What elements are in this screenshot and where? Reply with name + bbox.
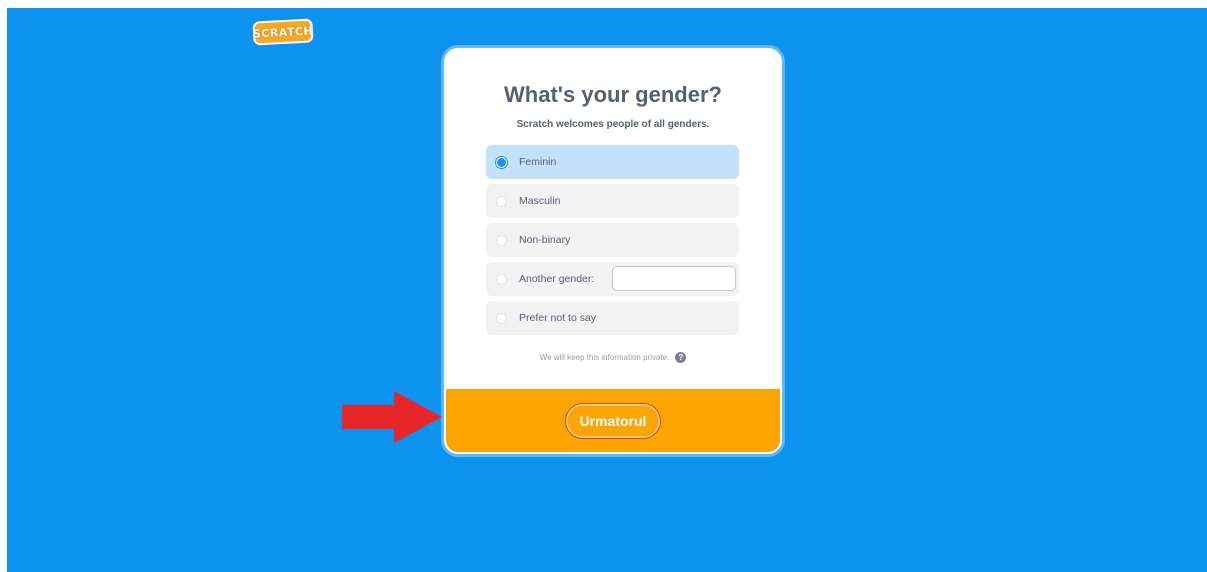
option-non-binary[interactable]: Non-binary	[486, 223, 739, 257]
gender-options: Feminin Masculin Non-binary Another gend…	[486, 145, 739, 340]
privacy-text: We will keep this information private.	[539, 353, 670, 362]
option-feminin[interactable]: Feminin	[486, 145, 739, 179]
radio-button[interactable]	[496, 234, 507, 246]
option-label: Masculin	[519, 195, 561, 207]
page-background: SCRATCH What's your gender? Scratch welc…	[7, 8, 1207, 572]
radio-button[interactable]	[496, 195, 507, 207]
dialog-title: What's your gender?	[504, 82, 722, 107]
next-button[interactable]: Urmatorul	[565, 403, 661, 439]
dialog-subtitle: Scratch welcomes people of all genders.	[516, 119, 710, 130]
privacy-note: We will keep this information private. ?	[446, 352, 780, 363]
dialog-footer: Urmatorul	[446, 389, 780, 452]
option-label: Prefer not to say	[519, 312, 597, 324]
option-label: Another gender:	[519, 273, 595, 285]
arrow-icon	[342, 391, 442, 443]
option-prefer-not-to-say[interactable]: Prefer not to say	[486, 301, 739, 335]
option-another-gender[interactable]: Another gender:	[486, 262, 739, 296]
radio-button-checked[interactable]	[496, 156, 507, 168]
option-label: Feminin	[519, 156, 557, 168]
radio-button[interactable]	[496, 273, 507, 285]
red-arrow-annotation	[342, 391, 442, 443]
another-gender-input[interactable]	[612, 266, 736, 291]
scratch-logo[interactable]: SCRATCH	[252, 18, 314, 46]
option-masculin[interactable]: Masculin	[486, 184, 739, 218]
radio-button[interactable]	[496, 312, 507, 324]
option-label: Non-binary	[519, 234, 571, 246]
gender-dialog: What's your gender? Scratch welcomes peo…	[444, 48, 782, 454]
help-icon[interactable]: ?	[675, 352, 687, 363]
